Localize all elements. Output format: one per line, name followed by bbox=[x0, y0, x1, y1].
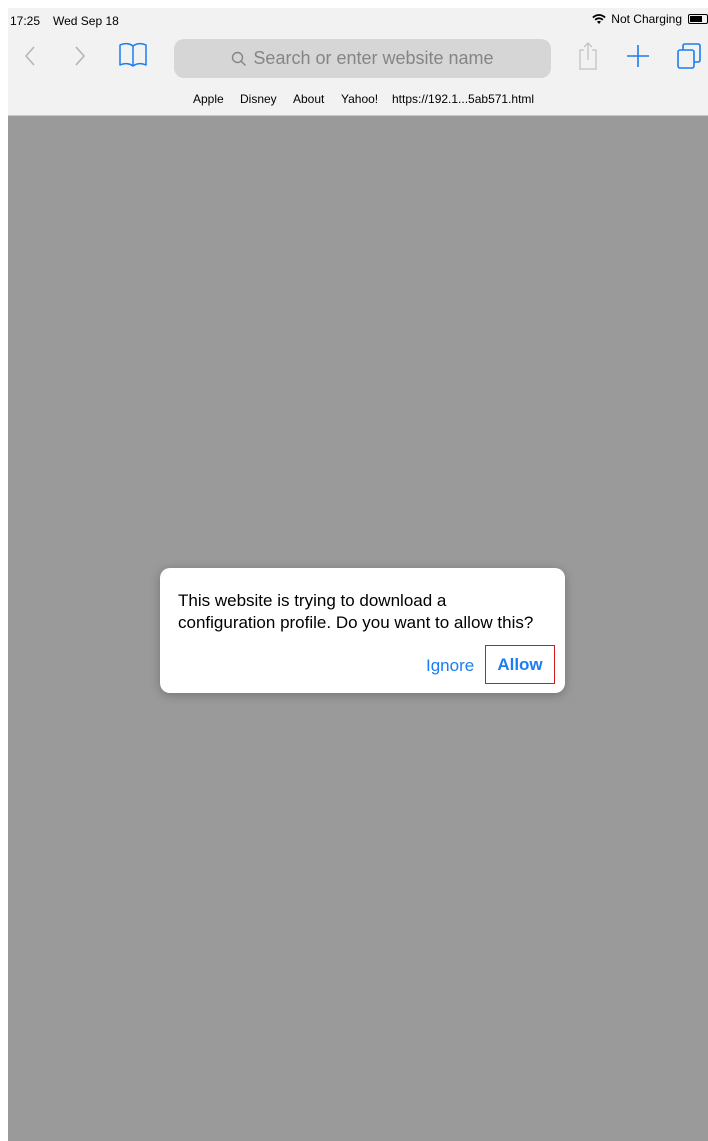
search-icon bbox=[232, 51, 247, 66]
status-right: Not Charging bbox=[592, 12, 708, 26]
chevron-left-icon bbox=[24, 46, 35, 66]
plus-icon bbox=[627, 45, 649, 67]
charging-status: Not Charging bbox=[611, 12, 682, 26]
wifi-icon bbox=[592, 13, 606, 24]
bookmarks-button[interactable] bbox=[118, 41, 148, 74]
configuration-profile-alert: This website is trying to download a con… bbox=[160, 568, 565, 693]
favorite-disney[interactable]: Disney bbox=[240, 92, 277, 106]
favorite-about[interactable]: About bbox=[293, 92, 324, 106]
favorites-bar: Apple Disney About Yahoo! https://192.1.… bbox=[8, 89, 708, 111]
back-button[interactable] bbox=[24, 45, 36, 72]
chevron-right-icon bbox=[75, 46, 86, 66]
search-placeholder: Search or enter website name bbox=[253, 48, 494, 68]
forward-button[interactable] bbox=[74, 45, 86, 72]
tabs-button[interactable] bbox=[676, 42, 702, 75]
tabs-icon bbox=[677, 43, 701, 69]
status-date: Wed Sep 18 bbox=[53, 14, 119, 28]
favorite-apple[interactable]: Apple bbox=[193, 92, 224, 106]
alert-message: This website is trying to download a con… bbox=[178, 591, 534, 632]
browser-chrome: 17:25 Wed Sep 18 Not Charging Search or … bbox=[8, 8, 708, 116]
new-tab-button[interactable] bbox=[626, 44, 650, 73]
allow-button[interactable]: Allow bbox=[485, 645, 555, 684]
ignore-button[interactable]: Ignore bbox=[426, 656, 474, 676]
favorite-yahoo[interactable]: Yahoo! bbox=[341, 92, 378, 106]
browser-window: 17:25 Wed Sep 18 Not Charging Search or … bbox=[8, 8, 708, 1141]
share-button[interactable] bbox=[578, 41, 598, 76]
book-icon bbox=[119, 42, 147, 67]
status-bar: 17:25 Wed Sep 18 Not Charging bbox=[8, 8, 708, 30]
share-icon bbox=[579, 42, 597, 70]
battery-icon bbox=[688, 14, 708, 24]
status-time: 17:25 bbox=[10, 14, 41, 28]
search-field[interactable]: Search or enter website name bbox=[174, 39, 551, 78]
favorite-link[interactable]: https://192.1...5ab571.html bbox=[392, 92, 534, 106]
